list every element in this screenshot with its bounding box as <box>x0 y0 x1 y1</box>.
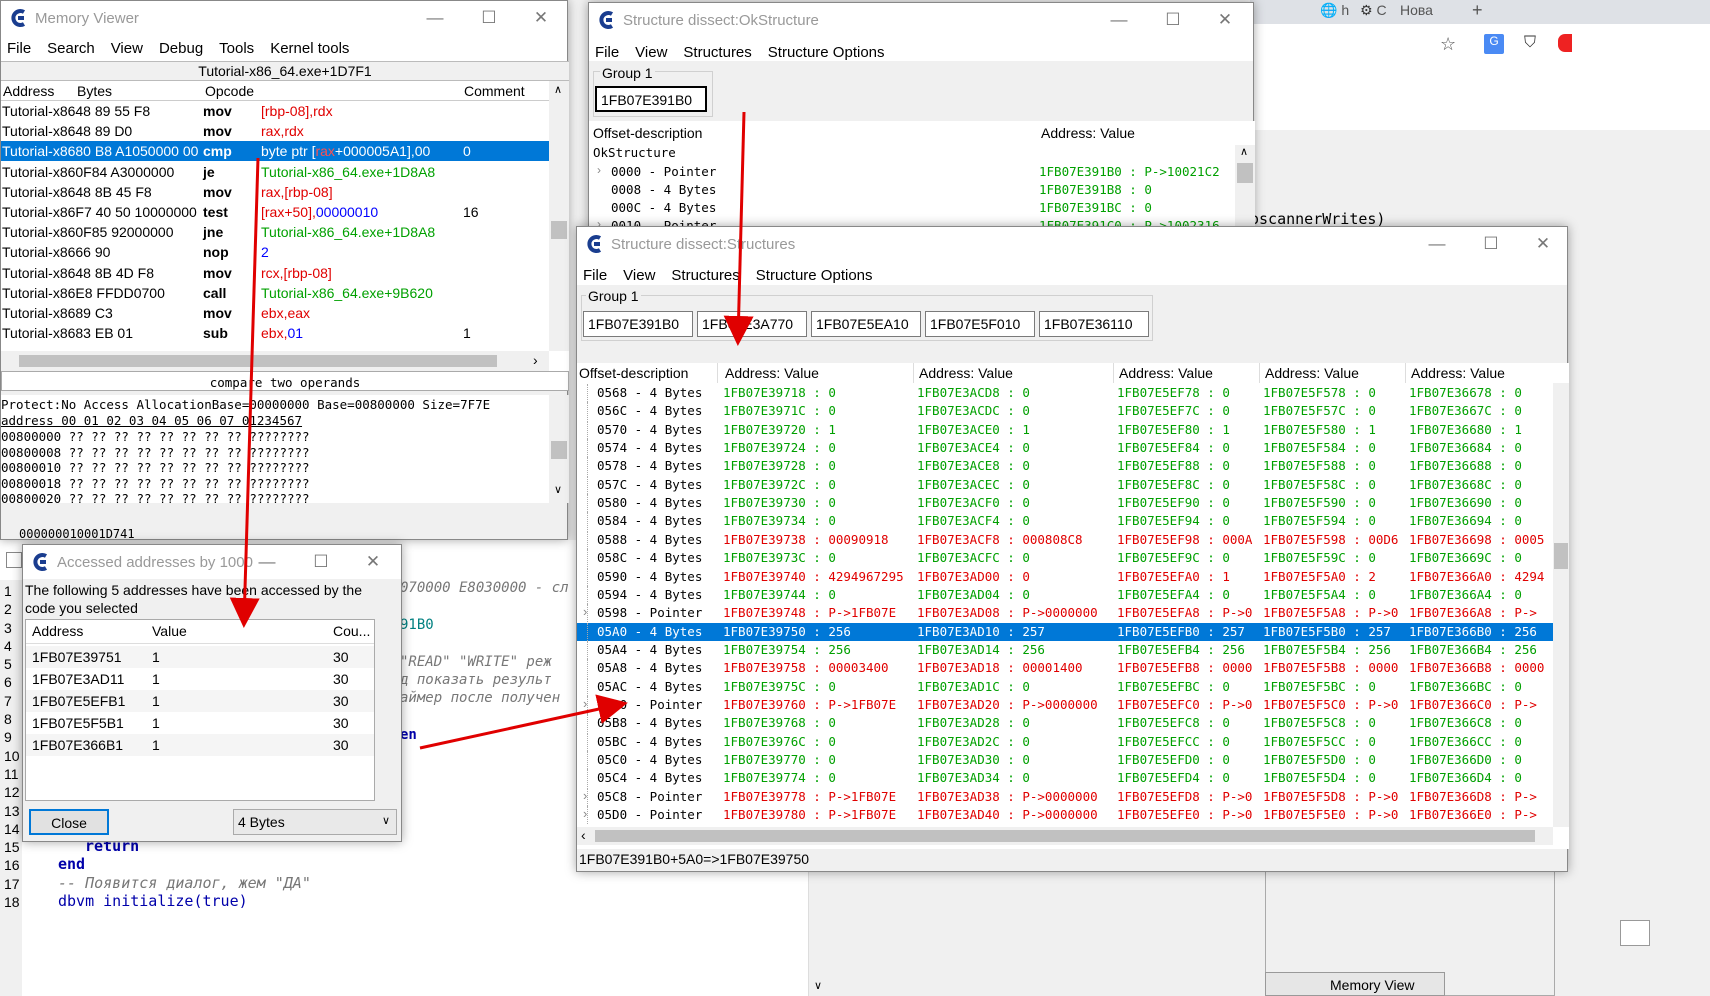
annotation-arrows <box>229 111 754 750</box>
arrow-cmp-to-accessed <box>229 157 260 628</box>
arrow-address-to-group <box>723 111 754 346</box>
arrow-accessed-to-05A0 <box>419 694 628 750</box>
